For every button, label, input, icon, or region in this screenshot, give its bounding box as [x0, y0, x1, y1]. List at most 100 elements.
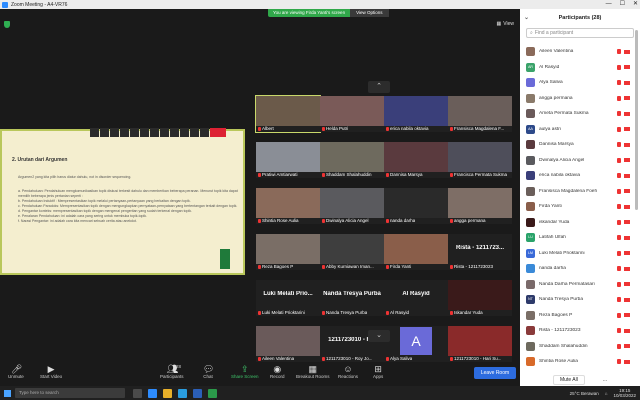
microphone-muted-icon: [617, 235, 621, 240]
collapse-chevron-icon[interactable]: ⌄: [524, 14, 529, 21]
clear-icon[interactable]: [190, 128, 199, 137]
video-tile[interactable]: Shintia Rose Aulia: [256, 188, 320, 224]
participant-row[interactable]: Alya Saliva: [520, 76, 634, 89]
panel-scrollbar[interactable]: [635, 30, 638, 210]
scroll-down-button[interactable]: ⌄: [368, 330, 390, 342]
draw-icon[interactable]: [120, 128, 129, 137]
mouse-icon[interactable]: [90, 128, 99, 137]
video-feed: [256, 96, 320, 126]
leave-room-button[interactable]: Leave Room: [474, 367, 516, 379]
participant-row[interactable]: AA aulya astri: [520, 123, 634, 136]
video-tile[interactable]: Dwinalya Alicia Angel: [320, 188, 384, 224]
close-button[interactable]: ✕: [633, 0, 638, 9]
reactions-button[interactable]: ☺ Reactions: [338, 364, 358, 379]
participant-row[interactable]: Reza Bagoes P: [520, 309, 634, 322]
tile-name: Iskandar Yuda: [454, 310, 483, 315]
stop-annotation-button[interactable]: [210, 128, 226, 137]
maximize-button[interactable]: ☐: [620, 0, 625, 9]
zoom-app-icon[interactable]: [148, 388, 157, 398]
text-icon[interactable]: [110, 128, 119, 137]
taskbar-search[interactable]: Type here to search: [15, 388, 125, 398]
scroll-up-button[interactable]: ⌃: [368, 81, 390, 93]
video-tile[interactable]: angga permana: [448, 188, 512, 224]
participant-row[interactable]: Rista - 1211723023: [520, 324, 634, 337]
shared-screen: 2. Urutan dari Argumen Argumen2 yang kit…: [0, 128, 245, 275]
share-screen-button[interactable]: ⇪ Share Screen: [231, 364, 259, 379]
save-icon[interactable]: [200, 128, 209, 137]
network-icon[interactable]: ⌂: [605, 391, 608, 396]
participant-row[interactable]: AR Al Rasyid: [520, 61, 634, 74]
eraser-icon[interactable]: [150, 128, 159, 137]
video-off-icon: [624, 344, 630, 348]
record-button[interactable]: ◉ Record: [270, 364, 285, 379]
excel-icon[interactable]: [208, 388, 217, 398]
participant-row[interactable]: Ameta Permata Sukma: [520, 107, 634, 120]
tile-name-label: Firda Yanti: [386, 264, 411, 269]
clock[interactable]: 19:15 10/03/2022: [613, 388, 636, 398]
select-icon[interactable]: [100, 128, 109, 137]
apps-button[interactable]: ⊞ Apps: [373, 364, 383, 379]
tile-name-label: Fransisca Magdalena F...: [450, 126, 504, 131]
video-tile[interactable]: Firda Yanti: [384, 234, 448, 270]
more-options-button[interactable]: ...: [603, 377, 607, 383]
participant-search[interactable]: ⌕ Find a participant: [526, 28, 634, 38]
video-tile[interactable]: 1211723010 - Hari Su...: [448, 326, 512, 362]
participant-row[interactable]: LM Luki Melati Prioktarini: [520, 247, 634, 260]
video-tile[interactable]: erica nabila oktavia: [384, 96, 448, 132]
redo-icon[interactable]: [180, 128, 189, 137]
video-tile[interactable]: Luki Melati Prio... Luki Melati Prioktari…: [256, 280, 320, 316]
unmute-button[interactable]: 🎤︎ Unmute: [8, 364, 24, 379]
video-tile[interactable]: nanda darha: [384, 188, 448, 224]
file-explorer-icon[interactable]: [163, 388, 172, 398]
participant-row[interactable]: Aileen Valentina: [520, 45, 634, 58]
participant-row[interactable]: erica nabila oktavia: [520, 169, 634, 182]
word-icon[interactable]: [193, 388, 202, 398]
video-tile[interactable]: Albert: [255, 95, 321, 133]
video-tile[interactable]: Shaddam Shalahuddin: [320, 142, 384, 178]
participant-row[interactable]: Fransisca Magdalena Foeh: [520, 185, 634, 198]
video-tile[interactable]: Abby Kurniawan Iman...: [320, 234, 384, 270]
video-tile[interactable]: Nanda Tresya Purba Nanda Tresya Purba: [320, 280, 384, 316]
video-tile[interactable]: Dannisa Marsya: [384, 142, 448, 178]
video-tile[interactable]: Reza Bagoes P: [256, 234, 320, 270]
participant-row[interactable]: nanda darha: [520, 262, 634, 275]
video-tile[interactable]: Iskandar Yuda: [448, 280, 512, 316]
participant-row[interactable]: angga permana: [520, 92, 634, 105]
minimize-button[interactable]: —: [606, 0, 612, 9]
video-tile[interactable]: Aileen Valentina: [256, 326, 320, 362]
participant-row[interactable]: Dannisa Marsya: [520, 138, 634, 151]
spotlight-icon[interactable]: [140, 128, 149, 137]
participant-row[interactable]: Shaddam Shalahuddin: [520, 340, 634, 353]
participant-avatar: [526, 140, 535, 149]
participant-row[interactable]: Dwinalya Alicia Angel: [520, 154, 634, 167]
weather-label[interactable]: 25°C Berawan: [570, 391, 599, 396]
video-tile[interactable]: Fransisca Magdalena F...: [448, 96, 512, 132]
participant-row[interactable]: Nanda Darha Permatasari: [520, 278, 634, 291]
windows-start-icon[interactable]: [4, 389, 11, 397]
view-options-button[interactable]: View Options: [350, 9, 389, 17]
tile-display-name: Al Rasyid: [402, 291, 430, 297]
task-view-icon[interactable]: [133, 388, 142, 398]
mute-all-button[interactable]: Mute All: [553, 374, 585, 385]
video-tile[interactable]: Francisca Permata Sukma: [448, 142, 512, 178]
participant-row[interactable]: Firda Yanti: [520, 200, 634, 213]
format-icon[interactable]: [160, 128, 169, 137]
video-tile[interactable]: Pratiwi Amtiarwati: [256, 142, 320, 178]
video-tile[interactable]: Helda Putri: [320, 96, 384, 132]
start-video-button[interactable]: ▶︎ Start Video: [40, 364, 62, 379]
security-shield-icon[interactable]: [4, 21, 10, 28]
breakout-rooms-button[interactable]: ▦ Breakout Rooms: [296, 364, 330, 379]
video-tile[interactable]: Al Rasyid Al Rasyid: [384, 280, 448, 316]
panel-header: ⌄ Participants (28): [520, 9, 640, 26]
video-tile[interactable]: A Alya Saliva: [384, 326, 448, 362]
participant-row[interactable]: iskandar Yuda: [520, 216, 634, 229]
stamp-icon[interactable]: [130, 128, 139, 137]
undo-icon[interactable]: [170, 128, 179, 137]
view-button[interactable]: ▦ View: [497, 21, 514, 27]
video-tile[interactable]: Rista - 1211723... Rista - 1211723023: [448, 234, 512, 270]
edge-icon[interactable]: [178, 388, 187, 398]
participant-row[interactable]: Shintia Rose Aulia: [520, 355, 634, 368]
participant-row[interactable]: NT Nanda Tresya Purba: [520, 293, 634, 306]
chat-button[interactable]: 💬︎ Chat: [203, 364, 214, 379]
participant-row[interactable]: LU Latifah Ulfah: [520, 231, 634, 244]
